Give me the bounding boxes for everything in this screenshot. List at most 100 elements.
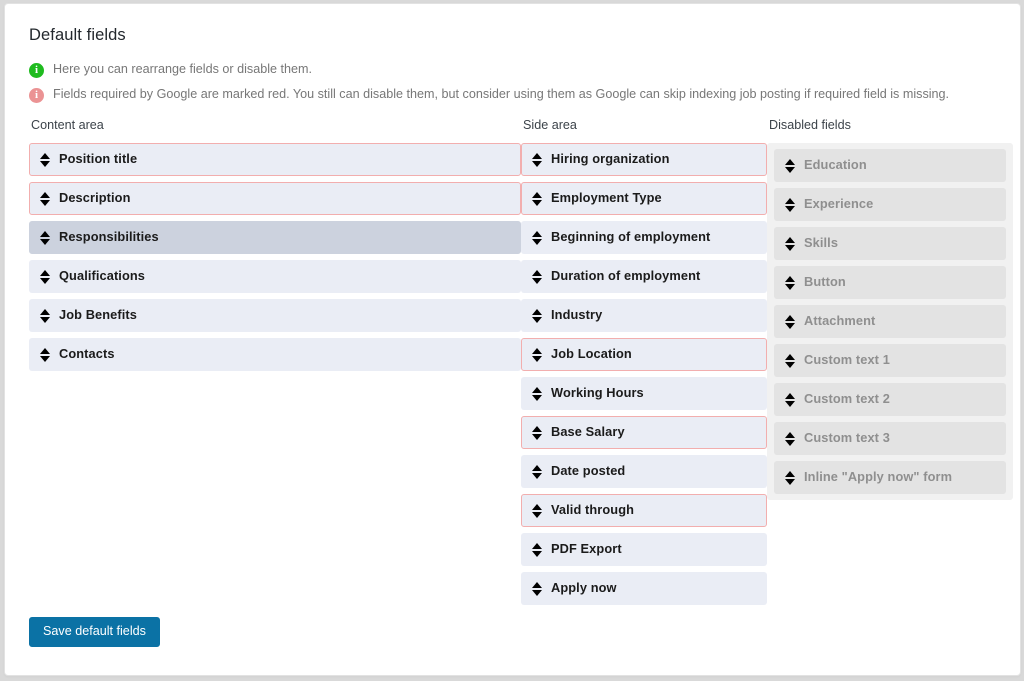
notice-text: Here you can rearrange fields or disable… bbox=[53, 62, 313, 77]
drag-handle-icon[interactable] bbox=[529, 306, 544, 326]
field-columns: Content area Position title Description Re… bbox=[29, 118, 1013, 605]
field-item[interactable]: Industry bbox=[521, 299, 767, 332]
column-content-area: Content area Position title Description Re… bbox=[29, 118, 521, 605]
column-disabled-fields: Disabled fields Education Experience Skill… bbox=[767, 118, 1013, 605]
caret-down-icon bbox=[39, 199, 50, 206]
drag-handle-icon[interactable] bbox=[37, 306, 52, 326]
caret-down-icon bbox=[531, 277, 542, 284]
drag-handle-icon[interactable] bbox=[529, 384, 544, 404]
drag-handle-icon[interactable] bbox=[782, 468, 797, 488]
field-item[interactable]: Button bbox=[774, 266, 1006, 299]
field-item[interactable]: Qualifications bbox=[29, 260, 521, 293]
field-item[interactable]: Job Benefits bbox=[29, 299, 521, 332]
field-item[interactable]: Date posted bbox=[521, 455, 767, 488]
caret-down-icon bbox=[531, 433, 542, 440]
field-item-label: Position title bbox=[59, 151, 138, 167]
caret-down-icon bbox=[784, 205, 795, 212]
save-default-fields-button[interactable]: Save default fields bbox=[29, 617, 160, 647]
drag-handle-icon[interactable] bbox=[782, 195, 797, 215]
drag-handle-icon[interactable] bbox=[529, 150, 544, 170]
field-item[interactable]: Education bbox=[774, 149, 1006, 182]
field-item[interactable]: Job Location bbox=[521, 338, 767, 371]
field-item[interactable]: Contacts bbox=[29, 338, 521, 371]
field-item[interactable]: Valid through bbox=[521, 494, 767, 527]
field-item[interactable]: Custom text 1 bbox=[774, 344, 1006, 377]
caret-down-icon bbox=[531, 589, 542, 596]
drag-handle-icon[interactable] bbox=[529, 579, 544, 599]
dropzone-side-area[interactable]: Hiring organization Employment Type Beginn… bbox=[521, 143, 767, 605]
drag-handle-icon[interactable] bbox=[782, 156, 797, 176]
field-item[interactable]: PDF Export bbox=[521, 533, 767, 566]
drag-handle-icon[interactable] bbox=[782, 312, 797, 332]
caret-down-icon bbox=[531, 472, 542, 479]
card-inner: Default fields i Here you can rearrange f… bbox=[5, 4, 1020, 605]
drag-handle-icon[interactable] bbox=[529, 462, 544, 482]
caret-up-icon bbox=[784, 353, 795, 360]
drag-handle-icon[interactable] bbox=[529, 189, 544, 209]
caret-up-icon bbox=[784, 470, 795, 477]
field-item-label: Contacts bbox=[59, 346, 115, 362]
field-item-label: Education bbox=[804, 157, 867, 173]
caret-down-icon bbox=[531, 160, 542, 167]
field-item[interactable]: Position title bbox=[29, 143, 521, 176]
dropzone-disabled-fields[interactable]: Education Experience Skills Button Attachmen… bbox=[767, 143, 1013, 500]
field-item-label: Date posted bbox=[551, 463, 626, 479]
drag-handle-icon[interactable] bbox=[782, 234, 797, 254]
caret-down-icon bbox=[39, 355, 50, 362]
drag-handle-icon[interactable] bbox=[529, 423, 544, 443]
drag-handle-icon[interactable] bbox=[529, 345, 544, 365]
caret-up-icon bbox=[531, 230, 542, 237]
drag-handle-icon[interactable] bbox=[529, 540, 544, 560]
caret-up-icon bbox=[531, 308, 542, 315]
notice-row: i Fields required by Google are marked re… bbox=[29, 86, 996, 104]
caret-down-icon bbox=[531, 199, 542, 206]
field-item[interactable]: Apply now bbox=[521, 572, 767, 605]
caret-down-icon bbox=[39, 160, 50, 167]
caret-up-icon bbox=[784, 431, 795, 438]
field-item[interactable]: Skills bbox=[774, 227, 1006, 260]
field-item[interactable]: Experience bbox=[774, 188, 1006, 221]
caret-up-icon bbox=[784, 158, 795, 165]
drag-handle-icon[interactable] bbox=[529, 501, 544, 521]
field-item[interactable]: Inline "Apply now" form bbox=[774, 461, 1006, 494]
caret-up-icon bbox=[784, 275, 795, 282]
field-item[interactable]: Employment Type bbox=[521, 182, 767, 215]
field-item-label: Job Location bbox=[551, 346, 632, 362]
drag-handle-icon[interactable] bbox=[782, 273, 797, 293]
drag-handle-icon[interactable] bbox=[782, 351, 797, 371]
field-item[interactable]: Working Hours bbox=[521, 377, 767, 410]
caret-down-icon bbox=[531, 316, 542, 323]
drag-handle-icon[interactable] bbox=[529, 228, 544, 248]
field-item[interactable]: Description bbox=[29, 182, 521, 215]
field-item-label: Custom text 2 bbox=[804, 391, 890, 407]
caret-down-icon bbox=[784, 166, 795, 173]
drag-handle-icon[interactable] bbox=[529, 267, 544, 287]
field-item[interactable]: Duration of employment bbox=[521, 260, 767, 293]
caret-up-icon bbox=[531, 152, 542, 159]
drag-handle-icon[interactable] bbox=[37, 228, 52, 248]
field-item-label: Employment Type bbox=[551, 190, 662, 206]
caret-up-icon bbox=[531, 191, 542, 198]
settings-card: Default fields i Here you can rearrange f… bbox=[4, 3, 1021, 676]
caret-up-icon bbox=[784, 236, 795, 243]
drag-handle-icon[interactable] bbox=[782, 390, 797, 410]
field-item[interactable]: Hiring organization bbox=[521, 143, 767, 176]
field-item[interactable]: Base Salary bbox=[521, 416, 767, 449]
dropzone-content-area[interactable]: Position title Description Responsibilitie… bbox=[29, 143, 521, 371]
drag-handle-icon[interactable] bbox=[37, 150, 52, 170]
field-item-label: Valid through bbox=[551, 502, 635, 518]
drag-handle-icon[interactable] bbox=[37, 189, 52, 209]
caret-up-icon bbox=[531, 269, 542, 276]
drag-handle-icon[interactable] bbox=[37, 267, 52, 287]
drag-handle-icon[interactable] bbox=[782, 429, 797, 449]
field-item[interactable]: Beginning of employment bbox=[521, 221, 767, 254]
field-item[interactable]: Responsibilities bbox=[29, 221, 521, 254]
field-item-label: Hiring organization bbox=[551, 151, 670, 167]
field-item[interactable]: Custom text 2 bbox=[774, 383, 1006, 416]
field-item[interactable]: Custom text 3 bbox=[774, 422, 1006, 455]
caret-up-icon bbox=[531, 503, 542, 510]
field-item[interactable]: Attachment bbox=[774, 305, 1006, 338]
field-item-label: Duration of employment bbox=[551, 268, 701, 284]
caret-down-icon bbox=[531, 550, 542, 557]
drag-handle-icon[interactable] bbox=[37, 345, 52, 365]
